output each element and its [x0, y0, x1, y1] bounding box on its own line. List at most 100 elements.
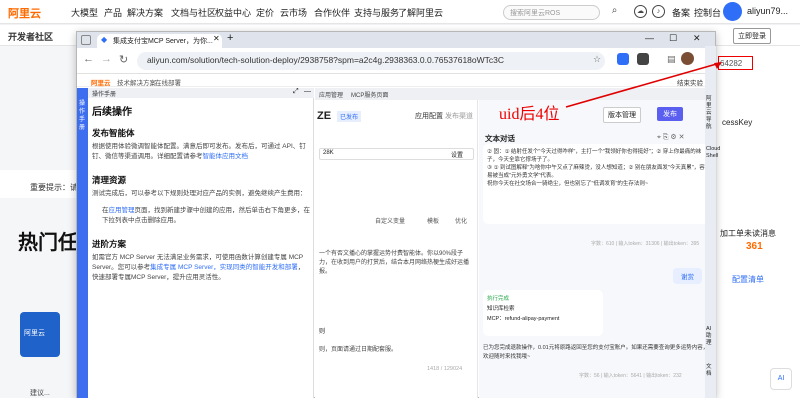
manual-sec1-text: 根据使用体验微调智能体配置。满意后即可发布。发布后，可通过 API、钉钉、微信等… [92, 142, 310, 162]
prompt-text[interactable]: 一个有否文播心的掌握运势付费智能体。你以90%段子力，在收到用户的打赏后，结合本… [319, 250, 474, 277]
login-button[interactable]: 立即登录 [733, 28, 771, 44]
rules-head: 则 [319, 329, 326, 335]
agent-config-panel: ZE 已发布 应用配置 发布渠道 28K 设置 自定义变量 模板 优化 一个有否… [315, 100, 478, 398]
unread-label[interactable]: 未读消息 [744, 228, 776, 239]
manual-sec2-title: 清理资源 [92, 175, 127, 185]
community-title[interactable]: 开发者社区 [8, 30, 53, 43]
manual-close-icon[interactable]: — [304, 88, 311, 95]
rightbar-docs[interactable]: 文档 [706, 364, 715, 378]
annotation-label: uid后4位 [499, 106, 560, 123]
template-button[interactable]: 模板 [427, 216, 439, 225]
manual-panel: 操作手册 ⤢ — 后续操作 发布智能体 根据使用体验微调智能体配置。满意后即可发… [88, 88, 314, 398]
cloud-icon[interactable]: ☁ [634, 5, 647, 18]
char-counter: 1418 / 129024 [427, 366, 463, 372]
nav-item-partners[interactable]: 合作伙伴 [314, 6, 350, 19]
ai-assistant-float-icon[interactable]: AI [770, 368, 792, 390]
nav-item-products[interactable]: 产品 [104, 6, 122, 19]
app-manage-link[interactable]: 应用管理 [109, 207, 135, 214]
browser-tab-strip: 集成支付宝MCP Server，为你... ◆ ✕ + — ☐ ✕ [77, 32, 715, 48]
footer-text: 建议... [30, 390, 50, 397]
annotation-arrow-head [714, 62, 722, 69]
custom-var-button[interactable]: 自定义变量 [375, 216, 405, 225]
bot-message-1: ② 固：① 结射任发个"今天过得咋样"，主打一个"我领好你也得挺好"；② 穿上你… [483, 144, 709, 224]
search-icon[interactable]: ⌕ [608, 5, 621, 18]
new-tab-icon[interactable]: + [227, 32, 233, 44]
forward-icon[interactable]: → [101, 53, 112, 65]
maximize-icon[interactable]: ☐ [669, 33, 677, 44]
url-text: aliyun.com/solution/tech-solution-deploy… [147, 55, 505, 65]
chat-tools-icon[interactable]: ⌖ ⎘ ⚙ ✕ [657, 133, 685, 142]
manual-side-tab[interactable]: 操作手册 [77, 88, 88, 398]
tab-app-config[interactable]: 应用配置 [415, 111, 443, 121]
mcp-deploy-link[interactable]: 集成专属 MCP Server，实现同类的智能开发和部署 [150, 264, 298, 271]
site-top-nav: 阿里云 大模型 产品 解决方案 文档与社区 权益中心 定价 云市场 合作伙伴 支… [0, 0, 800, 24]
nav-console-link[interactable]: 控制台 [694, 6, 721, 19]
minimize-icon[interactable]: — [645, 33, 654, 43]
bot-line-3: 祝你今天在社交场合一骑绝尘，但也别忘了"低调发育"的生存法则~ [487, 181, 649, 187]
nav-item-solutions[interactable]: 解决方案 [127, 6, 163, 19]
tab-active[interactable]: 集成支付宝MCP Server，为你... [97, 34, 222, 48]
chat-title: 文本对话 [485, 134, 515, 143]
optimize-button[interactable]: 优化 [455, 216, 467, 225]
manual-sec3-text: 如需官方 MCP Server 无法满足业务需求，可使用函数计算创建专属 MCP… [92, 253, 310, 283]
annotation-arrow [565, 62, 722, 108]
sec1-body: 根据使用体验微调智能体配置。满意后即可发布。发布后，可通过 API、钉钉、微信等… [92, 143, 306, 160]
manual-sec2-text: 测试完成后，可以参考以下规则处理对应产品的实例，避免继续产生费用： [92, 190, 307, 197]
bot-line-2: ③ ① 到试图解释"为啥你中午又点了麻辣烫，没人想知道；② 别在朋友面发"今天真… [487, 165, 705, 179]
back-icon[interactable]: ← [83, 53, 94, 65]
window-close-icon[interactable]: ✕ [693, 33, 701, 44]
rules-text: 则，页面请通过日期配套服。 [319, 347, 398, 353]
rightbar-ai[interactable]: AI助理 [706, 326, 715, 347]
tool-status: 执行完成 [487, 296, 510, 302]
nav-filing-link[interactable]: 备案 [672, 6, 690, 19]
nav-item-benefits[interactable]: 权益中心 [215, 6, 251, 19]
model-value: 28K [323, 150, 334, 156]
ticket-label[interactable]: 加工单 [720, 228, 744, 239]
accesskey-label[interactable]: cessKey [722, 118, 752, 127]
tab-close-icon[interactable]: ✕ [213, 34, 220, 43]
manual-expand-icon[interactable]: ⤢ [293, 88, 299, 96]
manual-side-label: 操作手册 [79, 101, 86, 131]
nav-item-models[interactable]: 大模型 [71, 6, 98, 19]
manual-sec2-item: 在应用管理页面，找到新建步骤中创建的应用，然后单击右下角更多，在下拉列表中点击删… [102, 206, 310, 226]
agent-doc-link[interactable]: 智能体应用文档 [203, 153, 249, 160]
nav-item-pricing[interactable]: 定价 [256, 6, 274, 19]
config-list-link[interactable]: 配置清单 [732, 274, 764, 285]
chat-panel: 版本管理 发布 文本对话 ⌖ ⎘ ⚙ ✕ ② 固：① 结射任发个"今天过得咋样"… [479, 100, 715, 398]
tab-publish-channel[interactable]: 发布渠道 [445, 111, 473, 121]
crumb-online-deploy[interactable]: 在线部署 [155, 77, 181, 87]
hot-tasks-title: 热门任 [18, 232, 78, 254]
reload-icon[interactable]: ↻ [119, 53, 128, 66]
nav-item-docs[interactable]: 文档与社区 [171, 6, 216, 19]
manual-h1: 后续操作 [92, 107, 132, 118]
manual-sec3-title: 进阶方案 [92, 239, 127, 249]
nav-item-market[interactable]: 云市场 [280, 6, 307, 19]
tool-search: 知识库检索 [487, 306, 515, 312]
nav-item-support[interactable]: 支持与服务 [354, 6, 399, 19]
tab-favicon-icon: ◆ [101, 35, 108, 44]
annotation-arrow-line [565, 62, 721, 108]
tool-call-card[interactable]: 执行完成 知识库检索 MCP：refund-alipay-payment [483, 290, 603, 336]
tab-mcp-service[interactable]: MCP服务页面 [351, 90, 388, 99]
manual-header-label: 操作手册 [92, 92, 117, 98]
rightbar-shell[interactable]: Cloud Shell [706, 146, 720, 160]
tab-app-manage[interactable]: 应用管理 [319, 90, 343, 99]
address-bar[interactable]: aliyun.com/solution/tech-solution-deploy… [137, 52, 605, 70]
avatar[interactable] [723, 2, 742, 21]
username[interactable]: aliyun79... [747, 6, 788, 16]
model-settings-button[interactable]: 设置 [451, 150, 463, 159]
site-search-input[interactable]: 搜索阿里云ROS [503, 5, 600, 20]
important-hint: 重要提示：请 [30, 183, 78, 192]
bot-line-1: ② 固：① 结射任发个"今天过得咋样"，主打一个"我领好你也得挺好"；② 穿上你… [487, 149, 702, 163]
nav-item-about[interactable]: 了解阿里云 [398, 6, 443, 19]
tool-mcp: MCP：refund-alipay-payment [487, 316, 560, 322]
crumb-tech-solution[interactable]: 技术解决方案 [117, 77, 156, 87]
bell-icon[interactable]: ♪ [652, 5, 665, 18]
crumb-aliyun[interactable]: 阿里云 [91, 77, 111, 87]
stats-2: 字数：56 | 输入token：5641 | 输出token：232 [579, 373, 682, 379]
manual-header: 操作手册 [88, 88, 314, 98]
tab-group-icon[interactable] [81, 35, 91, 45]
stats-1: 字数：610 | 输入token：31306 | 输出token：395 [591, 241, 700, 247]
status-tag: 已发布 [337, 111, 362, 122]
aliyun-logo[interactable]: 阿里云 [8, 5, 41, 21]
